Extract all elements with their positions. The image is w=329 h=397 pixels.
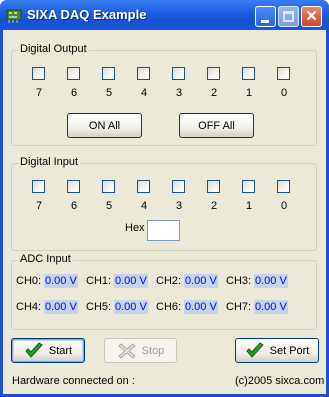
digital-output-bit-label: 1 xyxy=(245,87,253,99)
adc-channel-value: 0.00 V xyxy=(184,300,218,314)
adc-input-group: ADC Input CH0: 0.00 V CH1: 0.00 V CH2: 0.00 V… xyxy=(11,253,317,330)
minimize-button[interactable] xyxy=(255,6,276,27)
app-window: SIXA DAQ Example ✕ Digital Output 7 6 5 4 3 2… xyxy=(0,0,329,397)
stop-label: Stop xyxy=(141,344,165,357)
adc-channel-value: 0.00 V xyxy=(254,274,288,288)
adc-channel-value: 0.00 V xyxy=(114,300,148,314)
digital-output-group: Digital Output 7 6 5 4 3 2 1 0 ON All OFF All xyxy=(11,43,317,146)
digital-input-bit-label: 2 xyxy=(210,200,218,212)
digital-output-bit-label: 3 xyxy=(175,87,183,99)
green-checkmark-icon xyxy=(245,341,265,360)
digital-input-bit-label: 1 xyxy=(245,200,253,212)
adc-channel-label: CH7: xyxy=(226,301,252,313)
digital-input-bit-label: 4 xyxy=(140,200,148,212)
digital-input-bit-label: 3 xyxy=(175,200,183,212)
digital-output-label: Digital Output xyxy=(18,43,89,55)
digital-output-bit-label: 4 xyxy=(140,87,148,99)
digital-output-bit-label: 7 xyxy=(35,87,43,99)
on-all-button[interactable]: ON All xyxy=(67,113,142,138)
digital-output-checkbox-bit-7[interactable] xyxy=(32,67,45,80)
digital-input-group: Digital Input 7 6 5 4 3 2 1 0 Hex xyxy=(11,156,317,251)
window-title: SIXA DAQ Example xyxy=(27,7,147,22)
adc-channel-label: CH4: xyxy=(16,301,42,313)
close-icon: ✕ xyxy=(305,8,318,25)
set-port-button[interactable]: Set Port xyxy=(235,338,319,363)
daq-app-icon xyxy=(6,9,22,23)
digital-input-checkbox-bit-1[interactable] xyxy=(242,180,255,193)
green-checkmark-icon xyxy=(24,341,44,360)
hardware-status: Hardware connected on : xyxy=(12,375,135,387)
digital-input-label: Digital Input xyxy=(18,156,81,168)
digital-input-checkbox-bit-6[interactable] xyxy=(67,180,80,193)
digital-input-checkbox-bit-5[interactable] xyxy=(102,180,115,193)
adc-channel-label: CH0: xyxy=(16,275,42,287)
digital-output-checkbox-bit-3[interactable] xyxy=(172,67,185,80)
digital-output-checkbox-bit-2[interactable] xyxy=(207,67,220,80)
adc-channel-label: CH2: xyxy=(156,275,182,287)
set-port-label: Set Port xyxy=(269,344,310,357)
digital-output-bit-label: 0 xyxy=(280,87,288,99)
digital-input-checkbox-bit-3[interactable] xyxy=(172,180,185,193)
adc-channel-value: 0.00 V xyxy=(114,274,148,288)
hex-field[interactable] xyxy=(147,220,180,241)
minimize-icon xyxy=(261,20,269,23)
digital-input-bit-label: 7 xyxy=(35,200,43,212)
adc-channel-value: 0.00 V xyxy=(44,274,78,288)
start-button[interactable]: Start xyxy=(11,338,85,363)
digital-output-bit-label: 5 xyxy=(105,87,113,99)
digital-input-bit-label: 6 xyxy=(70,200,78,212)
adc-channel-label: CH3: xyxy=(226,275,252,287)
adc-channel-label: CH1: xyxy=(86,275,112,287)
adc-channel-value: 0.00 V xyxy=(44,300,78,314)
digital-output-checkbox-bit-0[interactable] xyxy=(277,67,290,80)
title-bar[interactable]: SIXA DAQ Example ✕ xyxy=(0,0,329,30)
adc-channel-label: CH6: xyxy=(156,301,182,313)
digital-output-checkbox-bit-1[interactable] xyxy=(242,67,255,80)
digital-output-bit-label: 2 xyxy=(210,87,218,99)
off-all-button[interactable]: OFF All xyxy=(179,113,254,138)
digital-output-checkbox-bit-4[interactable] xyxy=(137,67,150,80)
adc-channel-label: CH5: xyxy=(86,301,112,313)
adc-channel-value: 0.00 V xyxy=(184,274,218,288)
digital-input-bit-label: 5 xyxy=(105,200,113,212)
close-button[interactable]: ✕ xyxy=(301,6,322,27)
maximize-button[interactable] xyxy=(278,6,299,27)
stop-button[interactable]: Stop xyxy=(104,338,177,363)
digital-input-checkbox-bit-2[interactable] xyxy=(207,180,220,193)
start-label: Start xyxy=(48,344,73,357)
digital-input-checkbox-bit-0[interactable] xyxy=(277,180,290,193)
hex-label: Hex xyxy=(125,222,145,234)
digital-output-bit-label: 6 xyxy=(70,87,78,99)
copyright-text: (c)2005 sixca.com xyxy=(235,375,325,387)
digital-input-checkbox-bit-7[interactable] xyxy=(32,180,45,193)
gray-x-icon xyxy=(117,342,137,360)
digital-input-bit-label: 0 xyxy=(280,200,288,212)
digital-output-checkbox-bit-6[interactable] xyxy=(67,67,80,80)
digital-output-checkbox-bit-5[interactable] xyxy=(102,67,115,80)
adc-channel-value: 0.00 V xyxy=(254,300,288,314)
maximize-icon xyxy=(283,11,294,22)
client-area: Digital Output 7 6 5 4 3 2 1 0 ON All OFF All D… xyxy=(3,30,326,394)
digital-input-checkbox-bit-4[interactable] xyxy=(137,180,150,193)
adc-input-label: ADC Input xyxy=(18,253,73,265)
